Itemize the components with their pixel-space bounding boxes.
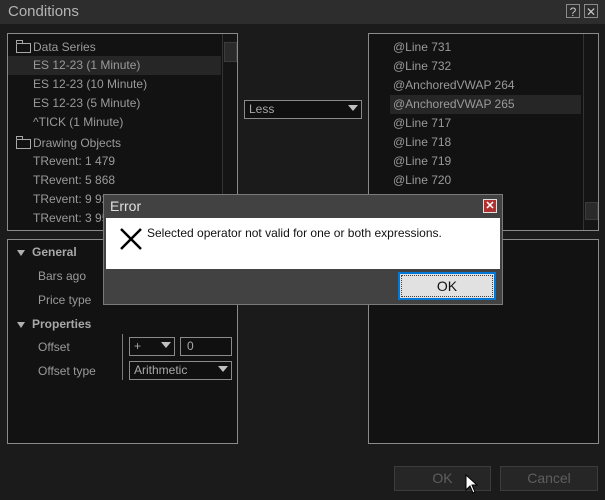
error-ok-button[interactable]: OK [398, 272, 496, 300]
error-dialog: Error ✕ Selected operator not valid for … [103, 194, 503, 305]
bars-ago-label: Bars ago [38, 269, 87, 283]
tree-item[interactable]: ES 12-23 (1 Minute) [8, 56, 221, 75]
error-dialog-title: Error [110, 198, 142, 214]
expand-arrow-icon[interactable] [17, 322, 25, 328]
column-divider [122, 334, 123, 380]
mouse-cursor-icon [465, 474, 479, 494]
scrollbar-thumb[interactable] [585, 202, 598, 220]
list-item[interactable]: @AnchoredVWAP 265 [390, 95, 581, 114]
conditions-window: Conditions ? ✕ Data Series ES 12-23 (1 M… [0, 0, 605, 500]
chevron-down-icon [161, 342, 171, 348]
section-general: General [32, 245, 77, 259]
price-type-label: Price type [38, 293, 92, 307]
folder-icon [16, 40, 31, 53]
chevron-down-icon [348, 105, 358, 111]
error-x-icon [120, 228, 142, 250]
window-title: Conditions [8, 3, 79, 20]
folder-icon [16, 136, 31, 149]
offset-sign-select[interactable]: + [129, 337, 175, 356]
error-dialog-close-button[interactable]: ✕ [483, 199, 497, 213]
expand-arrow-icon[interactable] [17, 250, 25, 256]
operator-select[interactable]: Less [244, 100, 362, 119]
error-message: Selected operator not valid for one or b… [147, 226, 442, 240]
cancel-button[interactable]: Cancel [500, 466, 598, 491]
scrollbar-thumb[interactable] [224, 42, 237, 62]
offset-label: Offset [38, 340, 70, 354]
offset-value-input[interactable]: 0 [180, 337, 232, 356]
error-dialog-body: Selected operator not valid for one or b… [106, 218, 500, 269]
window-close-button[interactable]: ✕ [584, 4, 598, 19]
offset-type-label: Offset type [38, 364, 96, 378]
offset-type-select[interactable]: Arithmetic [129, 361, 232, 380]
title-bar: Conditions ? ✕ [0, 0, 605, 24]
help-button[interactable]: ? [566, 4, 580, 19]
section-properties: Properties [32, 317, 92, 331]
right-list-scrollbar[interactable] [583, 34, 598, 230]
chevron-down-icon [218, 366, 228, 372]
